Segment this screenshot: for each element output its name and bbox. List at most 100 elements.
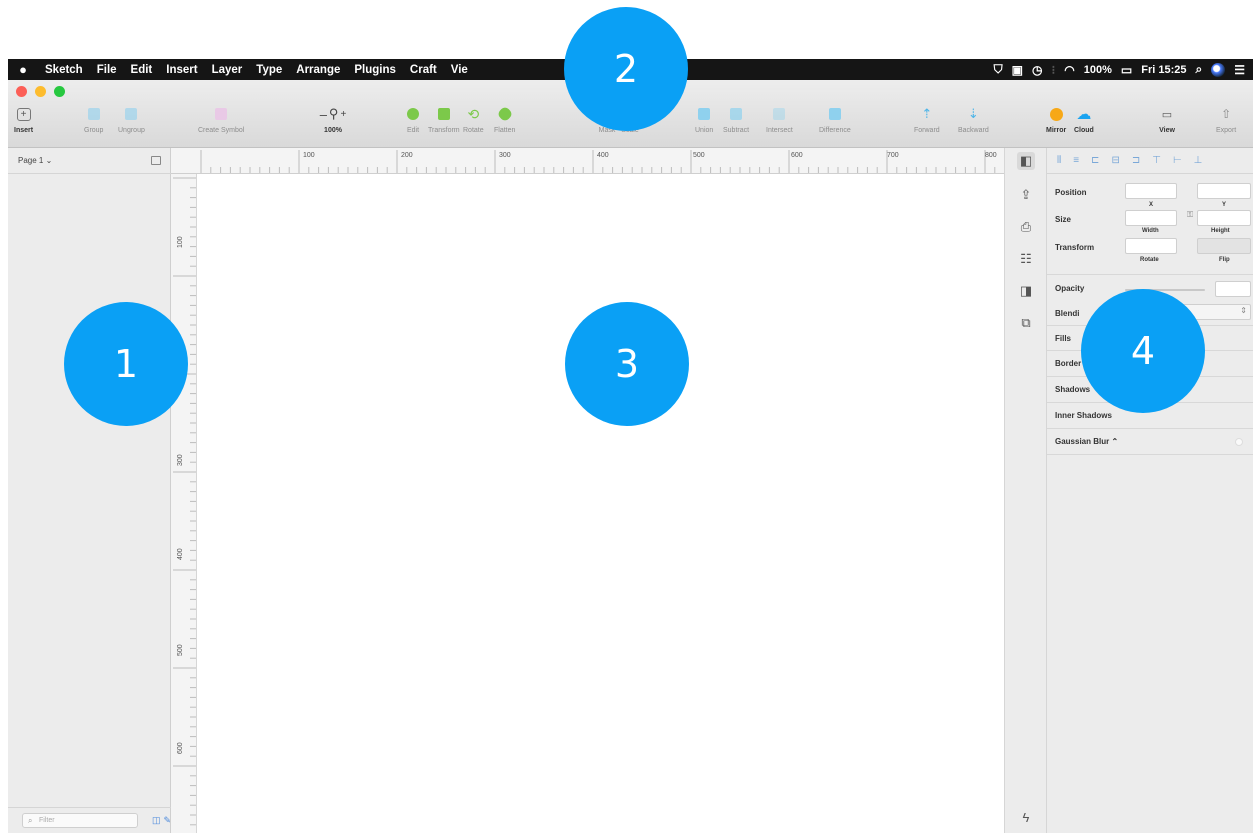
mirror-button[interactable]: Mirror [1046, 106, 1066, 134]
canvas[interactable] [197, 174, 1004, 833]
inspector-tabs: ◧ ⇪ ⎙ ☷ ◨ ⧉ ϟ [1004, 148, 1047, 833]
align-top-icon[interactable]: ⊤ [1152, 155, 1161, 166]
view-button[interactable]: ▭ View [1158, 106, 1176, 135]
print-tab-icon[interactable]: ⎙ [1017, 218, 1035, 236]
vertical-ruler[interactable]: 100 300 400 500 600 [171, 174, 197, 833]
minimize-button[interactable] [35, 86, 46, 97]
height-field[interactable] [1197, 210, 1251, 226]
callout-badge-3: 3 [565, 302, 689, 426]
page-selector[interactable]: Page 1 ⌄ [8, 148, 171, 174]
forward-button[interactable]: ⇡ Forward [914, 106, 940, 134]
distribute-vertical-icon[interactable]: ≡ [1073, 155, 1079, 166]
text-tab-icon[interactable]: ☷ [1017, 250, 1035, 268]
menu-file[interactable]: File [90, 64, 124, 76]
rotate-button[interactable]: ⟲ Rotate [463, 105, 484, 135]
sketch-window: ● Sketch File Edit Insert Layer Type Arr… [8, 59, 1253, 833]
x-label: X [1149, 202, 1154, 208]
callout-badge-4: 4 [1081, 289, 1205, 413]
create-symbol-button[interactable]: Create Symbol [198, 106, 244, 134]
backward-button[interactable]: ⇣ Backward [958, 106, 989, 134]
ungroup-button[interactable]: Ungroup [118, 106, 145, 134]
menu-type[interactable]: Type [249, 64, 289, 76]
symbols-tab-icon[interactable]: ◨ [1017, 282, 1035, 300]
width-label: Width [1142, 228, 1159, 234]
separator-icon: ⁝ [1051, 62, 1056, 77]
transform-button[interactable]: Transform [428, 106, 460, 134]
group-button[interactable]: Group [84, 106, 103, 134]
menu-plugins[interactable]: Plugins [347, 64, 403, 76]
inspector-toggle-icon[interactable]: ◧ [1017, 152, 1035, 170]
cloud-icon: ☁ [1076, 106, 1092, 123]
menu-layer[interactable]: Layer [205, 64, 250, 76]
zoom-button[interactable] [54, 86, 65, 97]
rotate-icon: ⟲ [467, 105, 480, 122]
symbol-filter-icon[interactable]: ◫ [152, 815, 161, 826]
wifi-icon[interactable]: ◠ [1064, 63, 1074, 77]
notification-center-icon[interactable]: ☰ [1234, 63, 1245, 77]
shield-icon[interactable]: ⛉ [994, 62, 1003, 77]
intersect-button[interactable]: Intersect [766, 106, 793, 134]
difference-button[interactable]: Difference [819, 106, 851, 134]
inspector-panel: ⫴ ≡ ⊏ ⊟ ⊐ ⊤ ⊢ ⊥ Position X Y Size ⚿ Widt… [1047, 148, 1253, 833]
align-right-icon[interactable]: ⊐ [1132, 155, 1140, 166]
align-bottom-icon[interactable]: ⊥ [1194, 155, 1203, 166]
vruler-label-400: 400 [177, 548, 184, 560]
align-middle-icon[interactable]: ⊢ [1173, 155, 1182, 166]
zoom-control[interactable]: – ⚲ + 100% [310, 106, 356, 134]
prototype-bolt-icon[interactable]: ϟ [1017, 809, 1035, 827]
layers-panel: Page 1 ⌄ ⌕ Filter ◫ ✎ [8, 148, 171, 833]
cloud-button[interactable]: ☁ Cloud [1074, 106, 1094, 134]
lock-ratio-icon[interactable]: ⚿ [1187, 210, 1193, 220]
union-button[interactable]: Union [695, 106, 713, 134]
export-tab-icon[interactable]: ⇪ [1017, 186, 1035, 204]
filter-input[interactable]: ⌕ Filter [22, 813, 138, 828]
gaussian-blur-section[interactable]: Gaussian Blur ⌃ [1047, 429, 1253, 455]
menu-edit[interactable]: Edit [124, 64, 160, 76]
menu-app-name[interactable]: Sketch [38, 64, 90, 76]
ruler-label-300: 300 [499, 152, 511, 159]
symbol-icon [212, 106, 230, 122]
search-icon: ⌕ [28, 816, 33, 825]
align-left-icon[interactable]: ⊏ [1091, 155, 1099, 166]
position-x-field[interactable] [1125, 183, 1177, 199]
forward-icon: ⇡ [921, 106, 933, 121]
zoom-in-button[interactable]: + [340, 109, 346, 120]
horizontal-ruler[interactable]: 100 200 300 400 500 600 700 800 [171, 148, 1004, 174]
edit-filter-icon[interactable]: ✎ [163, 815, 171, 826]
position-y-field[interactable] [1197, 183, 1251, 199]
display-icon[interactable]: ▣ [1012, 63, 1023, 77]
insert-button[interactable]: + Insert [14, 106, 33, 134]
time-machine-icon[interactable]: ◷ [1032, 63, 1042, 77]
align-center-icon[interactable]: ⊟ [1111, 155, 1119, 166]
flip-buttons[interactable] [1197, 238, 1251, 254]
menu-clock[interactable]: Fri 15:25 [1141, 64, 1186, 76]
export-button[interactable]: ⇧ Export [1216, 106, 1236, 134]
menu-insert[interactable]: Insert [159, 64, 204, 76]
zoom-out-button[interactable]: – [320, 107, 327, 122]
opacity-label: Opacity [1055, 284, 1085, 293]
rotate-field[interactable] [1125, 238, 1177, 254]
search-icon[interactable]: ⌕ [1196, 62, 1203, 77]
close-button[interactable] [16, 86, 27, 97]
menu-arrange[interactable]: Arrange [289, 64, 347, 76]
apple-icon[interactable]: ● [8, 62, 38, 77]
distribute-horizontal-icon[interactable]: ⫴ [1057, 155, 1061, 166]
width-field[interactable] [1125, 210, 1177, 226]
pages-toggle-icon[interactable] [151, 156, 161, 165]
siri-icon[interactable] [1211, 62, 1226, 77]
ruler-label-200: 200 [401, 152, 413, 159]
flatten-icon [496, 105, 514, 123]
edit-button[interactable]: Edit [404, 106, 422, 134]
flatten-button[interactable]: Flatten [494, 105, 515, 134]
subtract-button[interactable]: Subtract [723, 106, 749, 134]
battery-icon[interactable]: ▭ [1121, 63, 1132, 77]
intersect-icon [770, 106, 788, 122]
menu-craft[interactable]: Craft [403, 64, 444, 76]
opacity-field[interactable] [1215, 281, 1251, 297]
height-label: Height [1211, 228, 1230, 234]
image-tab-icon[interactable]: ⧉ [1017, 314, 1035, 332]
menu-view[interactable]: Vie [444, 64, 475, 76]
ungroup-icon [122, 106, 140, 122]
vruler-label-500: 500 [177, 644, 184, 656]
blur-toggle[interactable] [1235, 438, 1243, 446]
